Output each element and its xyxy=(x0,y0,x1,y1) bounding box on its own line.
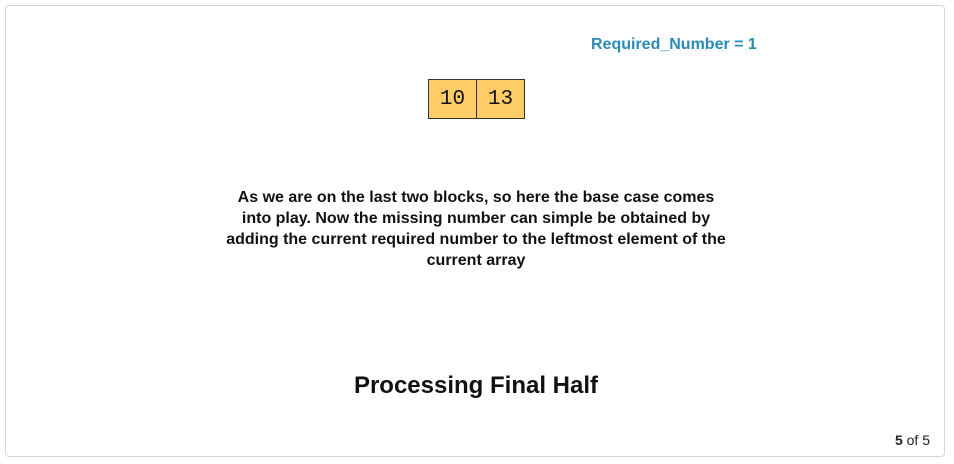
array-cell: 13 xyxy=(477,79,525,119)
array-blocks: 10 13 xyxy=(428,79,525,119)
pager-current: 5 xyxy=(894,432,903,448)
step-title: Processing Final Half xyxy=(353,372,599,399)
required-number-label: Required_Number = 1 xyxy=(591,36,757,53)
step-description: As we are on the last two blocks, so her… xyxy=(226,189,726,269)
pager-separator: of xyxy=(906,432,919,448)
slide-frame: Required_Number = 1 10 13 As we are on t… xyxy=(5,5,945,457)
pager-total: 5 xyxy=(922,432,930,448)
slide-pager: 5 of 5 xyxy=(895,432,930,448)
array-cell: 10 xyxy=(428,79,477,119)
